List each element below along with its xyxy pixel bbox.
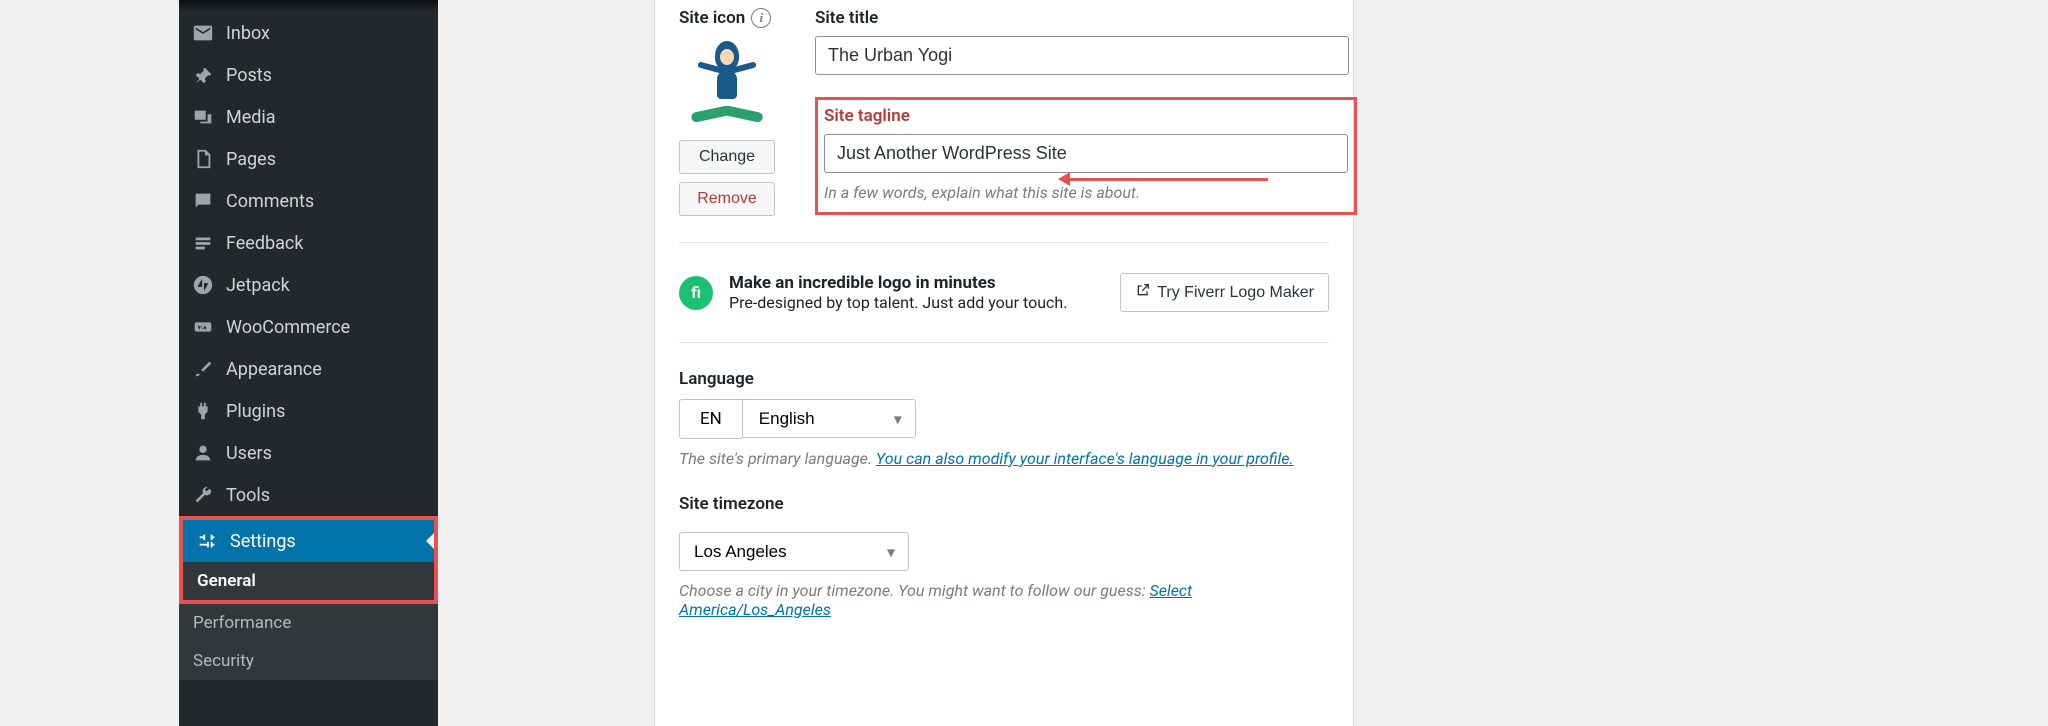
fiverr-badge-icon: fi [679,276,713,310]
language-profile-link[interactable]: You can also modify your interface's lan… [876,449,1294,468]
sidebar-item-appearance[interactable]: Appearance [179,348,438,390]
sidebar-item-label: Plugins [226,401,285,422]
promo-subtitle: Pre-designed by top talent. Just add you… [729,293,1067,312]
promo-title: Make an incredible logo in minutes [729,273,1067,293]
sidebar-item-label: Tools [226,485,270,506]
site-title-input[interactable] [815,36,1349,75]
media-icon [191,105,215,129]
info-icon[interactable]: i [751,8,771,28]
general-settings-panel: Site icon i Change Remove Site [654,0,1354,726]
mail-icon [191,21,215,45]
fiverr-promo: fi Make an incredible logo in minutes Pr… [679,269,1329,316]
sidebar-item-feedback[interactable]: Feedback [179,222,438,264]
sidebar-item-posts[interactable]: Posts [179,54,438,96]
sidebar-item-jetpack[interactable]: Jetpack [179,264,438,306]
admin-sidebar: Inbox Posts Media Pages Comments Feedbac… [179,0,438,726]
sidebar-item-label: WooCommerce [226,317,350,338]
sidebar-item-label: Settings [230,531,296,552]
sidebar-item-settings[interactable]: Settings [183,520,434,562]
arrow-annotation-icon [1058,176,1268,182]
language-help-prefix: The site's primary language. [679,449,876,468]
language-select[interactable]: English [742,399,916,438]
sidebar-shadow [179,0,438,12]
plug-icon [191,399,215,423]
language-help: The site's primary language. You can als… [679,449,1329,468]
sidebar-item-label: Jetpack [226,275,290,296]
site-icon-preview [679,36,775,132]
language-label: Language [679,369,1329,389]
site-title-group: Site title Site tagline In a few words, … [815,8,1357,216]
settings-submenu: General [183,562,434,600]
divider [679,242,1329,243]
sidebar-item-label: Posts [226,65,272,86]
submenu-item-security[interactable]: Security [179,642,438,680]
site-title-label: Site title [815,8,1357,28]
site-tagline-input[interactable] [824,134,1348,173]
settings-submenu-rest: Performance Security [179,604,438,680]
language-section: Language EN English ▾ The site's primary… [679,369,1329,468]
yoga-logo-icon [687,41,767,127]
sidebar-item-label: Inbox [226,23,270,44]
comment-icon [191,189,215,213]
sidebar-item-label: Pages [226,149,276,170]
timezone-help: Choose a city in your timezone. You migh… [679,581,1329,619]
wrench-icon [191,483,215,507]
submenu-item-general[interactable]: General [183,562,434,600]
remove-icon-button[interactable]: Remove [679,182,775,216]
sidebar-item-media[interactable]: Media [179,96,438,138]
external-link-icon [1135,282,1151,303]
sidebar-item-inbox[interactable]: Inbox [179,12,438,54]
sidebar-item-plugins[interactable]: Plugins [179,390,438,432]
sidebar-item-pages[interactable]: Pages [179,138,438,180]
jetpack-icon [191,273,215,297]
sidebar-item-label: Appearance [226,359,322,380]
site-icon-group: Site icon i Change Remove [679,8,775,216]
user-icon [191,441,215,465]
timezone-select[interactable]: Los Angeles [679,532,909,571]
submenu-item-performance[interactable]: Performance [179,604,438,642]
site-tagline-highlight: Site tagline In a few words, explain wha… [815,97,1357,215]
sidebar-item-label: Media [226,107,276,128]
pages-icon [191,147,215,171]
sidebar-item-label: Users [226,443,272,464]
timezone-label: Site timezone [679,494,1329,514]
sidebar-item-users[interactable]: Users [179,432,438,474]
site-icon-label-text: Site icon [679,8,745,28]
sidebar-item-tools[interactable]: Tools [179,474,438,516]
timezone-section: Site timezone Los Angeles ▾ Choose a cit… [679,494,1329,619]
woocommerce-icon [191,315,215,339]
timezone-help-prefix: Choose a city in your timezone. You migh… [679,581,1149,600]
sliders-icon [195,529,219,553]
pin-icon [191,63,215,87]
sidebar-item-label: Comments [226,191,314,212]
sidebar-item-comments[interactable]: Comments [179,180,438,222]
sidebar-item-woocommerce[interactable]: WooCommerce [179,306,438,348]
sidebar-item-label: Feedback [226,233,303,254]
try-fiverr-button[interactable]: Try Fiverr Logo Maker [1120,273,1329,312]
site-tagline-help: In a few words, explain what this site i… [824,183,1348,202]
sidebar-settings-highlight: Settings General [179,516,438,604]
site-tagline-label: Site tagline [824,106,1348,126]
try-fiverr-label: Try Fiverr Logo Maker [1157,284,1314,302]
feedback-icon [191,231,215,255]
language-code-box: EN [679,399,742,439]
brush-icon [191,357,215,381]
site-icon-label: Site icon i [679,8,775,28]
divider [679,342,1329,343]
change-icon-button[interactable]: Change [679,140,775,174]
